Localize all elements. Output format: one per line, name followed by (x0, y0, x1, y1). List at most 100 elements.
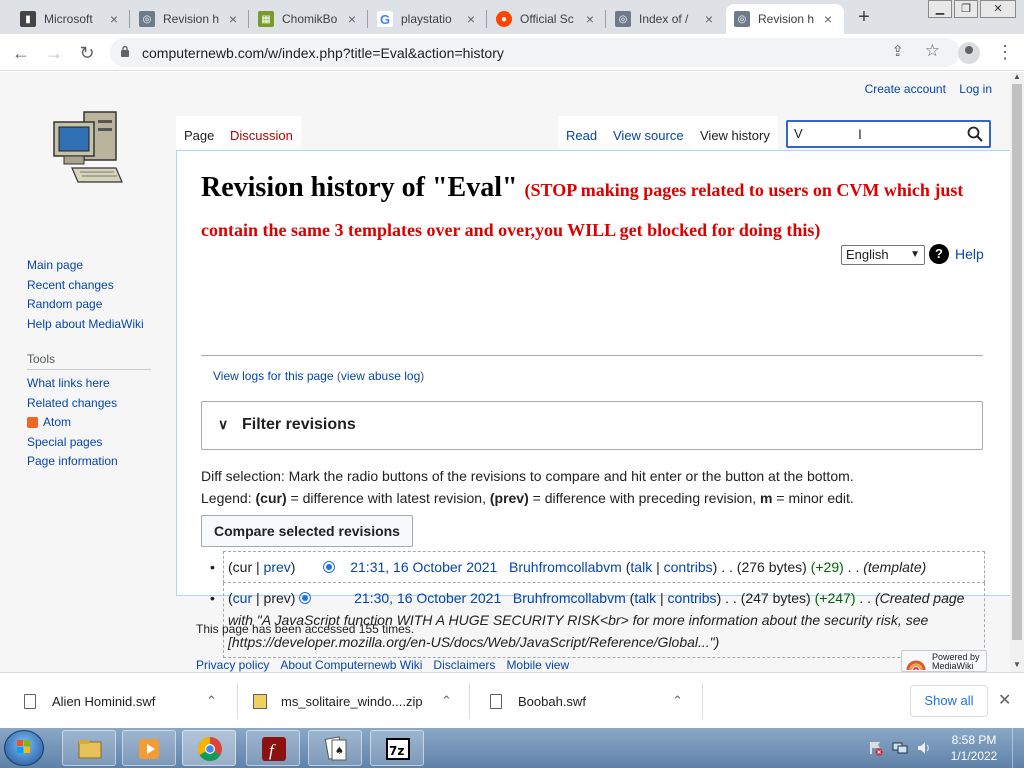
taskbar-solitaire-button[interactable]: ♠ (308, 730, 362, 766)
action-center-flag-icon[interactable] (868, 740, 884, 756)
close-tab-icon[interactable]: × (582, 11, 598, 27)
view-abuse-log-link[interactable]: view abuse log (341, 369, 420, 383)
taskbar-flash-button[interactable]: f (246, 730, 300, 766)
user-talk-link[interactable]: talk (630, 559, 652, 575)
search-input[interactable]: V I (786, 120, 991, 148)
share-icon[interactable]: ⇪ (891, 42, 904, 60)
user-contribs-link[interactable]: contribs (668, 590, 717, 606)
main-content: Revision history of "Eval" (STOP making … (176, 150, 1010, 658)
chevron-down-icon: ∨ (218, 416, 229, 432)
close-tab-icon[interactable]: × (463, 11, 479, 27)
sidebar-item-atom[interactable]: Atom (27, 413, 151, 433)
bookmark-star-icon[interactable]: ☆ (925, 41, 940, 61)
browser-tab[interactable]: ● Official Sc × (488, 4, 606, 34)
user-contribs-link[interactable]: contribs (664, 559, 713, 575)
chevron-up-icon[interactable]: ⌃ (441, 693, 452, 709)
profile-avatar[interactable] (958, 42, 980, 64)
back-button[interactable]: ← (10, 42, 32, 64)
close-window-button[interactable]: ✕ (980, 0, 1016, 18)
close-tab-icon[interactable]: × (106, 11, 122, 27)
file-icon (490, 693, 502, 709)
diff-radio-old[interactable] (299, 592, 312, 604)
close-tab-icon[interactable]: × (344, 11, 360, 27)
sidebar-item-recent-changes[interactable]: Recent changes (27, 276, 151, 296)
browser-tab[interactable]: ▮ Microsoft × (12, 4, 130, 34)
browser-tab-active[interactable]: ◎ Revision h × (726, 4, 844, 34)
diff-legend: Diff selection: Mark the radio buttons o… (201, 468, 854, 506)
sidebar-item-special-pages[interactable]: Special pages (27, 433, 151, 453)
chevron-up-icon[interactable]: ⌃ (672, 693, 683, 709)
download-item[interactable]: Boobah.swf ⌃ (490, 673, 690, 729)
user-link[interactable]: Bruhfromcollabvm (513, 590, 626, 606)
wiki-logo[interactable] (50, 108, 126, 194)
search-icon[interactable] (967, 126, 983, 142)
sidebar-item-main-page[interactable]: Main page (27, 256, 151, 276)
browser-tab[interactable]: G playstatio × (369, 4, 487, 34)
chevron-up-icon[interactable]: ⌃ (206, 693, 217, 709)
tab-page[interactable]: Page (176, 116, 223, 152)
maximize-window-button[interactable]: ❐ (954, 0, 978, 18)
footer-disclaimers-link[interactable]: Disclaimers (433, 658, 495, 672)
volume-icon[interactable] (916, 740, 932, 756)
taskbar-media-player-button[interactable] (122, 730, 176, 766)
download-item[interactable]: ms_solitaire_windo....zip ⌃ (253, 673, 458, 729)
chevron-down-icon: ▼ (910, 249, 920, 260)
reload-button[interactable]: ↻ (76, 42, 98, 64)
taskbar-7zip-button[interactable]: 7z (370, 730, 424, 766)
network-icon[interactable] (892, 740, 908, 756)
new-tab-button[interactable]: + (853, 6, 875, 29)
taskbar-chrome-button[interactable] (182, 730, 236, 766)
show-all-downloads-button[interactable]: Show all (910, 685, 988, 717)
footer-privacy-link[interactable]: Privacy policy (196, 658, 269, 672)
taskbar-explorer-button[interactable] (62, 730, 116, 766)
windows-taskbar: f ♠ 7z 8:58 PM 1/1/2022 (0, 728, 1024, 768)
view-logs-link[interactable]: View logs for this page (213, 369, 334, 383)
sidebar-item-what-links-here[interactable]: What links here (27, 374, 151, 394)
show-desktop-button[interactable] (1012, 728, 1024, 768)
close-icon[interactable]: ✕ (998, 690, 1011, 710)
filter-revisions-toggle[interactable]: ∨ Filter revisions (201, 401, 983, 450)
close-tab-icon[interactable]: × (225, 11, 241, 27)
create-account-link[interactable]: Create account (865, 82, 946, 96)
prev-diff-link[interactable]: prev (264, 559, 291, 575)
browser-menu-icon[interactable]: ⋮ (996, 42, 1014, 63)
forward-button[interactable]: → (43, 42, 65, 64)
url-omnibox[interactable]: computernewb.com/w/index.php?title=Eval&… (110, 38, 960, 67)
revision-date-link[interactable]: 21:30, 16 October 2021 (354, 590, 501, 606)
sidebar-item-random-page[interactable]: Random page (27, 295, 151, 315)
scroll-down-arrow-icon[interactable]: ▼ (1010, 660, 1024, 672)
tab-read[interactable]: Read (558, 116, 606, 152)
help-link[interactable]: ? Help (929, 244, 984, 264)
diff-radio-new[interactable] (322, 561, 335, 573)
minimize-window-button[interactable]: ▁ (928, 0, 952, 18)
close-tab-icon[interactable]: × (701, 11, 717, 27)
tab-discussion[interactable]: Discussion (222, 116, 301, 152)
taskbar-clock[interactable]: 8:58 PM 1/1/2022 (944, 732, 1004, 764)
language-select[interactable]: English ▼ (841, 245, 925, 265)
personal-tools: Create account Log in (855, 82, 992, 96)
cur-diff-link[interactable]: cur (233, 590, 252, 606)
browser-tab[interactable]: ◎ Revision h × (131, 4, 249, 34)
sidebar-item-related-changes[interactable]: Related changes (27, 394, 151, 414)
start-button[interactable] (4, 730, 44, 766)
scroll-up-arrow-icon[interactable]: ▲ (1010, 72, 1024, 84)
compare-revisions-button[interactable]: Compare selected revisions (201, 515, 413, 547)
page-scrollbar[interactable]: ▲ ▼ (1010, 72, 1024, 672)
browser-tab[interactable]: ◎ Index of / × (607, 4, 725, 34)
sidebar-item-page-information[interactable]: Page information (27, 452, 151, 472)
flash-player-icon: f (262, 737, 286, 761)
download-item[interactable]: Alien Hominid.swf ⌃ (24, 673, 229, 729)
browser-tab[interactable]: ▦ ChomikBo × (250, 4, 368, 34)
close-tab-icon[interactable]: × (820, 11, 836, 27)
footer-mobile-view-link[interactable]: Mobile view (506, 658, 569, 672)
log-in-link[interactable]: Log in (959, 82, 992, 96)
tab-view-source[interactable]: View source (605, 116, 692, 152)
footer-about-link[interactable]: About Computernewb Wiki (280, 658, 422, 672)
user-talk-link[interactable]: talk (634, 590, 656, 606)
powered-by-mediawiki-badge[interactable]: Powered by MediaWiki (901, 650, 987, 672)
user-link[interactable]: Bruhfromcollabvm (509, 559, 622, 575)
tab-view-history[interactable]: View history (692, 116, 778, 152)
sidebar-item-help[interactable]: Help about MediaWiki (27, 315, 151, 335)
scrollbar-thumb[interactable] (1012, 84, 1022, 640)
revision-date-link[interactable]: 21:31, 16 October 2021 (350, 559, 497, 575)
